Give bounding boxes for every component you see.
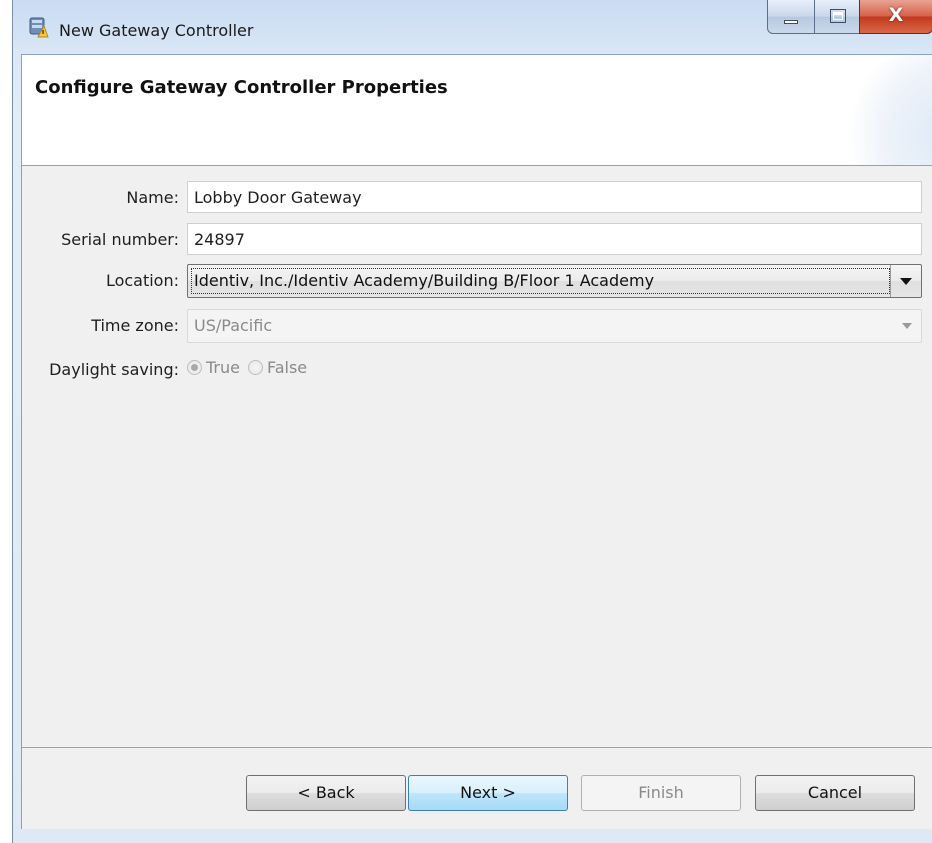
serial-number-input[interactable]: 24897 xyxy=(187,223,922,255)
time-zone-row: Time zone: US/Pacific xyxy=(22,309,932,343)
caption-buttons: X xyxy=(767,0,932,36)
daylight-saving-label: Daylight saving: xyxy=(49,360,179,379)
next-button[interactable]: Next > xyxy=(408,775,568,811)
location-value: Identiv, Inc./Identiv Academy/Building B… xyxy=(194,271,655,290)
location-row: Location: Identiv, Inc./Identiv Academy/… xyxy=(22,264,932,298)
daylight-saving-options: True False xyxy=(187,358,315,377)
footer-divider xyxy=(22,747,932,748)
chevron-down-icon[interactable] xyxy=(890,265,921,297)
cancel-button[interactable]: Cancel xyxy=(755,775,915,811)
finish-button[interactable]: Finish xyxy=(581,775,741,811)
header-decoration xyxy=(833,55,932,165)
chevron-down-icon[interactable] xyxy=(891,310,921,342)
daylight-false-label[interactable]: False xyxy=(267,358,307,377)
serial-number-label: Serial number: xyxy=(61,230,179,249)
time-zone-select[interactable]: US/Pacific xyxy=(187,309,922,343)
time-zone-label: Time zone: xyxy=(91,316,179,335)
location-label: Location: xyxy=(105,271,179,290)
name-input[interactable]: Lobby Door Gateway xyxy=(187,181,922,213)
gateway-controller-icon xyxy=(29,17,49,38)
minimize-icon xyxy=(784,20,798,24)
name-row: Name: Lobby Door Gateway xyxy=(22,181,932,215)
wizard-header: Configure Gateway Controller Properties xyxy=(22,55,932,166)
page-title: Configure Gateway Controller Properties xyxy=(35,77,448,98)
location-select[interactable]: Identiv, Inc./Identiv Academy/Building B… xyxy=(187,264,922,298)
close-icon: X xyxy=(888,4,904,26)
time-zone-value: US/Pacific xyxy=(194,316,273,335)
daylight-true-label[interactable]: True xyxy=(206,358,240,377)
window-title: New Gateway Controller xyxy=(59,21,254,40)
daylight-false-radio[interactable] xyxy=(247,360,263,375)
back-button[interactable]: < Back xyxy=(246,775,406,811)
wizard-client-area: Configure Gateway Controller Properties … xyxy=(21,54,932,829)
close-button[interactable]: X xyxy=(859,0,932,34)
daylight-saving-row: Daylight saving: True False xyxy=(22,353,932,387)
serial-number-row: Serial number: 24897 xyxy=(22,223,932,257)
maximize-button[interactable] xyxy=(814,0,860,34)
maximize-icon xyxy=(830,9,846,23)
minimize-button[interactable] xyxy=(767,0,815,34)
title-bar[interactable]: New Gateway Controller X xyxy=(13,0,932,54)
name-label: Name: xyxy=(126,188,179,207)
daylight-true-radio[interactable] xyxy=(187,360,202,375)
wizard-window: New Gateway Controller X Configure Gatew… xyxy=(12,0,932,843)
